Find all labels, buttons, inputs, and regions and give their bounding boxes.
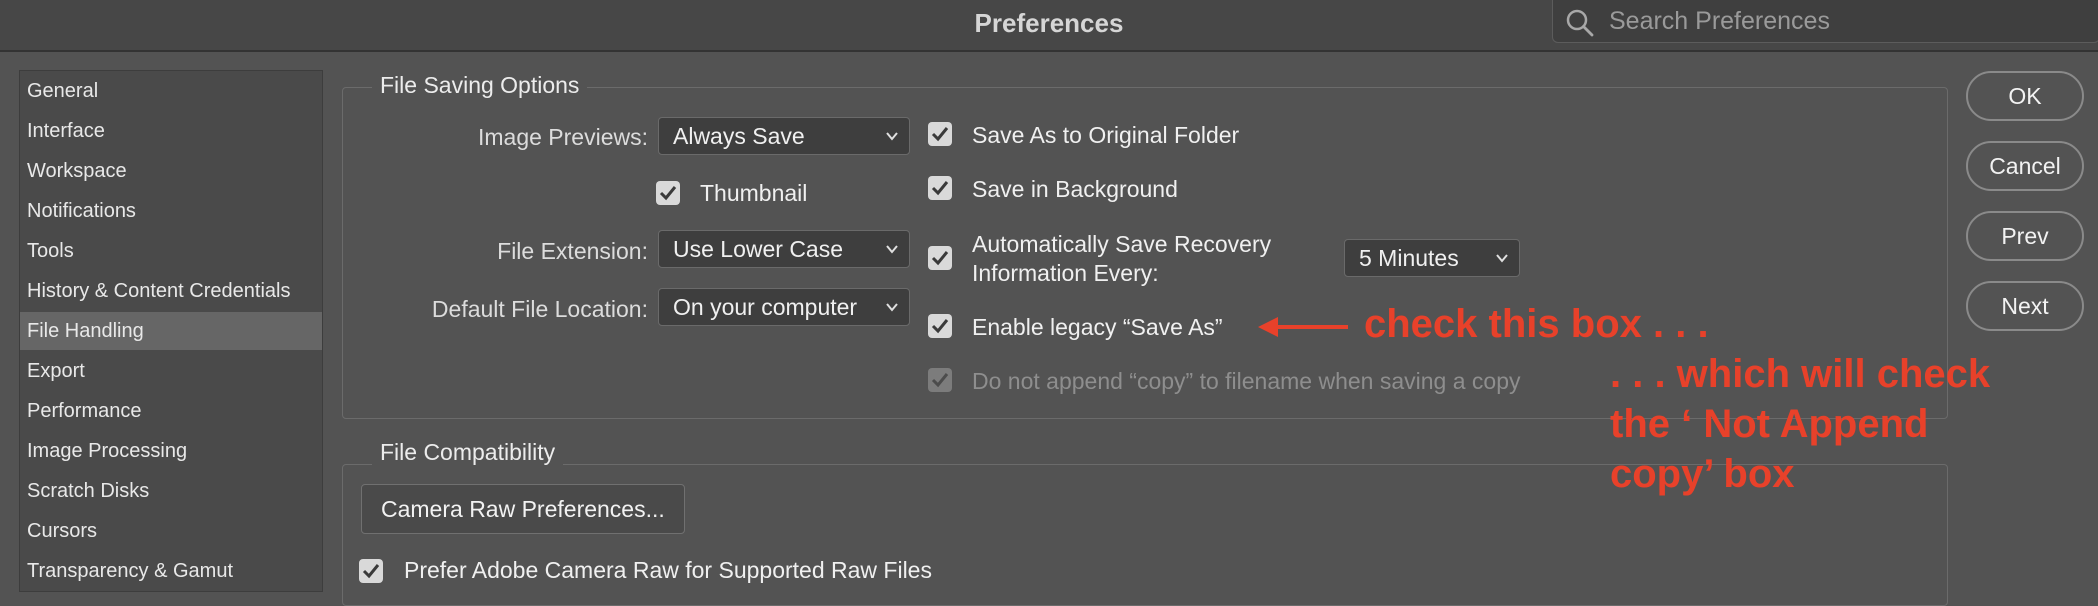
preferences-sidebar: General Interface Workspace Notification…: [19, 70, 323, 592]
next-button[interactable]: Next: [1966, 281, 2084, 331]
save-in-background-label: Save in Background: [972, 176, 1178, 202]
prefer-camera-raw-checkbox[interactable]: [359, 559, 383, 583]
enable-legacy-save-as-checkbox[interactable]: [928, 314, 952, 338]
checkmark-icon: [931, 251, 949, 266]
sidebar-item-export[interactable]: Export: [20, 352, 322, 390]
annotation-line2: the ‘ Not Append: [1610, 402, 1929, 446]
chevron-down-icon: [886, 303, 898, 312]
auto-save-recovery-checkbox[interactable]: [928, 246, 952, 270]
checkmark-icon: [931, 127, 949, 142]
file-extension-label: File Extension:: [497, 238, 648, 264]
chevron-down-icon: [886, 245, 898, 254]
sidebar-item-tools[interactable]: Tools: [20, 232, 322, 270]
do-not-append-copy-label: Do not append “copy” to filename when sa…: [972, 368, 1521, 394]
image-previews-label: Image Previews:: [477, 124, 648, 150]
default-file-location-value: On your computer: [673, 294, 858, 320]
chevron-down-icon: [886, 132, 898, 141]
auto-save-recovery-label-line1: Automatically Save Recovery: [972, 231, 1272, 257]
cancel-button[interactable]: Cancel: [1966, 141, 2084, 191]
default-file-location-label: Default File Location:: [431, 296, 648, 322]
file-saving-options-title: File Saving Options: [372, 72, 588, 99]
file-extension-value: Use Lower Case: [673, 236, 844, 262]
file-extension-select[interactable]: Use Lower Case: [658, 230, 910, 268]
recovery-interval-select[interactable]: 5 Minutes: [1344, 239, 1520, 277]
search-input[interactable]: [1607, 4, 2081, 38]
thumbnail-checkbox[interactable]: [656, 181, 680, 205]
prefer-camera-raw-label: Prefer Adobe Camera Raw for Supported Ra…: [404, 557, 932, 583]
enable-legacy-save-as-label: Enable legacy “Save As”: [972, 314, 1223, 340]
thumbnail-label: Thumbnail: [700, 180, 808, 206]
file-compatibility-title: File Compatibility: [372, 439, 564, 466]
checkmark-icon: [362, 564, 380, 579]
search-icon: [1566, 9, 1594, 37]
sidebar-item-notifications[interactable]: Notifications: [20, 192, 322, 230]
do-not-append-copy-checkbox[interactable]: [928, 368, 952, 392]
chevron-down-icon: [1496, 254, 1508, 263]
sidebar-item-general[interactable]: General: [20, 72, 322, 110]
save-as-original-folder-label: Save As to Original Folder: [972, 122, 1240, 148]
sidebar-item-history-content-credentials[interactable]: History & Content Credentials: [20, 272, 322, 310]
recovery-interval-value: 5 Minutes: [1359, 245, 1459, 271]
annotation-check-this-box: check this box . . .: [1364, 302, 1709, 346]
sidebar-item-transparency-gamut[interactable]: Transparency & Gamut: [20, 552, 322, 590]
auto-save-recovery-label-line2: Information Every:: [972, 260, 1159, 286]
search-box[interactable]: [1552, 0, 2098, 43]
annotation-line3: copy’ box: [1610, 452, 1795, 496]
sidebar-item-image-processing[interactable]: Image Processing: [20, 432, 322, 470]
sidebar-item-cursors[interactable]: Cursors: [20, 512, 322, 550]
camera-raw-preferences-button[interactable]: Camera Raw Preferences...: [361, 484, 685, 534]
save-in-background-checkbox[interactable]: [928, 176, 952, 200]
checkmark-icon: [659, 186, 677, 201]
annotation-arrow-icon: [1258, 317, 1348, 337]
checkmark-icon: [931, 319, 949, 334]
image-previews-select[interactable]: Always Save: [658, 117, 910, 155]
annotation-line1: . . . which will check: [1610, 352, 1991, 396]
checkmark-icon: [931, 373, 949, 388]
sidebar-item-workspace[interactable]: Workspace: [20, 152, 322, 190]
ok-button[interactable]: OK: [1966, 71, 2084, 121]
checkmark-icon: [931, 181, 949, 196]
save-as-original-folder-checkbox[interactable]: [928, 122, 952, 146]
sidebar-item-file-handling[interactable]: File Handling: [20, 312, 322, 350]
title-bar: Preferences: [0, 0, 2098, 52]
sidebar-item-scratch-disks[interactable]: Scratch Disks: [20, 472, 322, 510]
sidebar-item-performance[interactable]: Performance: [20, 392, 322, 430]
prev-button[interactable]: Prev: [1966, 211, 2084, 261]
default-file-location-select[interactable]: On your computer: [658, 288, 910, 326]
sidebar-item-interface[interactable]: Interface: [20, 112, 322, 150]
image-previews-value: Always Save: [673, 123, 805, 149]
